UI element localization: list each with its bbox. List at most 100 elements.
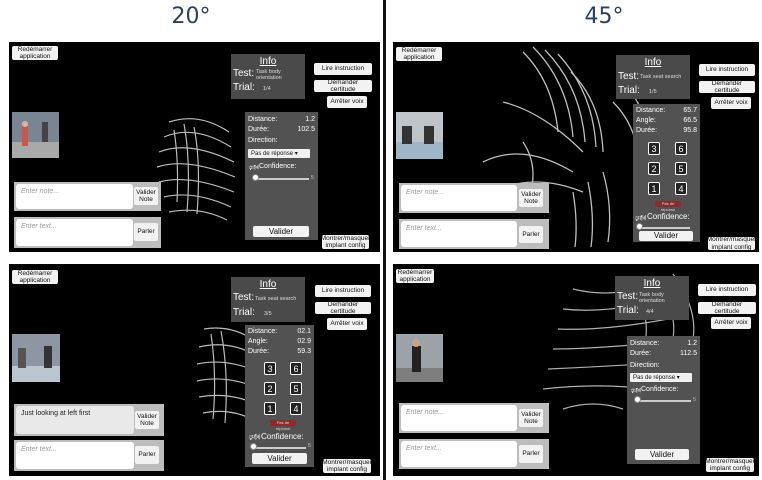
note-input[interactable]: Just looking at left first [16, 406, 134, 434]
answer-panel: Distance: 65.7 Angle: 66.5 Durée: 95.8 3 6 … [633, 104, 700, 242]
toggle-implant-button[interactable]: Montrer/masquer implant config [322, 459, 372, 473]
ask-certainty-button[interactable]: Demander certitude [315, 301, 371, 315]
distance-value: 02.1 [297, 328, 311, 335]
note-input[interactable]: Enter note... [16, 184, 133, 209]
trial-value: 1/4 [263, 86, 271, 92]
stop-voice-button[interactable]: Arrêter voix [711, 317, 751, 329]
read-instruction-button[interactable]: Lire instruction [699, 64, 755, 76]
stop-voice-button[interactable]: Arrêter voix [327, 318, 367, 330]
keypad-button-6[interactable]: 6 [675, 142, 687, 155]
restart-app-button[interactable]: Redémarrer application [12, 46, 58, 60]
slider-max-value: 5 [308, 443, 311, 449]
ask-certainty-button[interactable]: Demander certitude [314, 79, 372, 93]
camera-feed-image [396, 334, 443, 382]
keypad-button-6[interactable]: 6 [290, 362, 302, 375]
text-input[interactable]: Enter text... [401, 441, 517, 467]
validate-button[interactable]: Valider [635, 449, 689, 460]
info-panel: Info Test: Task body orientation Trial: … [231, 54, 305, 99]
confidence-slider-handle[interactable] [250, 443, 257, 450]
answer-panel: Distance: 1.2 Durée: 112.5 Direction: Pas … [627, 336, 700, 464]
keypad-button-2[interactable]: 2 [648, 162, 660, 175]
stop-voice-button[interactable]: Arrêter voix [327, 96, 367, 108]
speak-button[interactable]: Parler [134, 223, 158, 241]
test-label: Test: [617, 291, 639, 302]
read-instruction-button[interactable]: Lire instruction [698, 284, 756, 296]
no-response-button[interactable]: Pas de réponse [655, 201, 681, 212]
no-response-button[interactable]: Pas de réponse [270, 420, 296, 431]
screenshot-45-bottom: Redémarrer application Info Test: Task b… [393, 264, 759, 476]
stop-voice-button[interactable]: Arrêter voix [711, 97, 751, 109]
validate-note-button[interactable]: Valider Note [135, 411, 159, 429]
confidence-label: Confidence: [259, 163, 297, 170]
answer-panel: Distance: 02.1 Angle: 02.9 Durée: 59.3 3 6 … [245, 325, 314, 467]
keypad-button-2[interactable]: 2 [264, 382, 276, 395]
info-title: Info [259, 56, 277, 67]
confidence-slider[interactable] [635, 400, 691, 402]
validate-note-button[interactable]: Valider Note [519, 189, 543, 207]
text-input[interactable]: Enter text... [16, 442, 134, 469]
trial-value: 4/4 [646, 309, 654, 315]
duration-value: 95.8 [683, 127, 697, 134]
keypad-button-4[interactable]: 4 [290, 402, 302, 415]
confidence-slider-handle[interactable] [252, 174, 259, 181]
duration-value: 102.5 [297, 126, 315, 133]
speak-button[interactable]: Parler [519, 445, 543, 463]
toggle-implant-button[interactable]: Montrer/masquer implant config [707, 236, 757, 251]
camera-feed-image [12, 334, 60, 382]
info-title: Info [643, 278, 661, 289]
test-value: Task seat search [640, 74, 682, 80]
note-input[interactable]: Enter note... [401, 185, 517, 211]
restart-app-button[interactable]: Redémarrer application [396, 269, 434, 283]
restart-app-button[interactable]: Redémarrer application [396, 47, 442, 61]
keypad-button-5[interactable]: 5 [290, 382, 302, 395]
restart-app-button[interactable]: Redémarrer application [12, 270, 58, 284]
distance-label: Distance: [630, 340, 660, 347]
text-input[interactable]: Enter text... [401, 221, 517, 247]
confidence-label: Confidence: [641, 386, 679, 393]
ask-certainty-button[interactable]: Demander certitude [699, 80, 755, 94]
distance-value: 65.7 [683, 107, 697, 114]
confidence-slider[interactable] [252, 447, 306, 449]
info-title: Info [259, 279, 277, 290]
validate-note-button[interactable]: Valider Note [134, 187, 158, 205]
distance-value: 1.2 [687, 340, 697, 347]
validate-button[interactable]: Valider [253, 226, 309, 237]
toggle-implant-button[interactable]: Montrer/masquer implant config [321, 235, 370, 249]
validate-button[interactable]: Valider [639, 231, 693, 241]
direction-dropdown[interactable]: Pas de réponse ▾ [630, 373, 692, 382]
screenshot-45-top: Redémarrer application Info Test: Task s… [393, 42, 759, 252]
info-panel: Info Test: Task seat search Trial: 1/5 [616, 55, 690, 99]
distance-label: Distance: [248, 328, 278, 335]
confidence-slider-handle[interactable] [634, 396, 641, 403]
keypad-button-1[interactable]: 1 [648, 182, 660, 195]
validate-button[interactable]: Valider [252, 453, 307, 464]
trial-label: Trial: [617, 305, 639, 316]
read-instruction-button[interactable]: Lire instruction [314, 63, 372, 75]
note-input[interactable]: Enter note... [401, 405, 517, 431]
direction-label: Direction: [248, 137, 278, 144]
text-input[interactable]: Enter text... [16, 219, 133, 246]
duration-label: Durée: [630, 350, 652, 357]
keypad-button-5[interactable]: 5 [675, 162, 687, 175]
speak-button[interactable]: Parler [135, 446, 159, 464]
keypad-button-3[interactable]: 3 [264, 362, 276, 375]
direction-dropdown[interactable]: Pas de réponse ▾ [248, 149, 310, 158]
keypad-button-3[interactable]: 3 [648, 142, 660, 155]
keypad-button-4[interactable]: 4 [675, 182, 687, 195]
toggle-implant-button[interactable]: Montrer/masquer implant config [705, 458, 755, 472]
screenshot-20-top: Redémarrer application Info Test: Task b… [9, 42, 380, 252]
slider-max-value: 5 [311, 175, 314, 181]
confidence-slider[interactable] [638, 227, 690, 229]
confidence-slider-handle[interactable] [636, 223, 643, 230]
read-instruction-button[interactable]: Lire instruction [315, 285, 371, 297]
test-value: Task seat search [255, 296, 297, 302]
ask-certainty-button[interactable]: Demander certitude [698, 301, 756, 315]
distance-label: Distance: [248, 116, 278, 123]
duration-label: Durée: [636, 127, 658, 134]
column-title-45: 45° [584, 4, 624, 29]
confidence-slider[interactable] [253, 178, 309, 180]
speak-button[interactable]: Parler [519, 226, 543, 243]
validate-note-button[interactable]: Valider Note [519, 409, 543, 427]
keypad-button-1[interactable]: 1 [264, 402, 276, 415]
angle-label: Angle: [636, 117, 656, 124]
